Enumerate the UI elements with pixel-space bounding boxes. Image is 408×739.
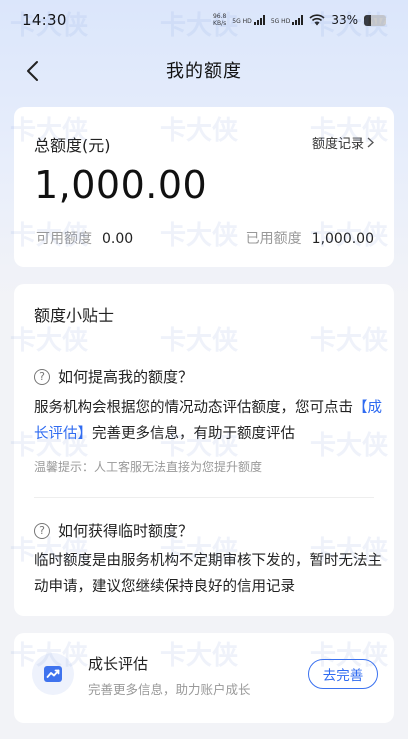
growth-icon-wrap <box>32 653 74 695</box>
answer-2: 临时额度是由服务机构不定期审核下发的，暂时无法主动申请，建议您继续保持良好的信用… <box>34 553 382 595</box>
growth-evaluation-card[interactable]: 成长评估 完善更多信息，助力账户成长 去完善 <box>14 633 394 723</box>
battery-fill <box>364 14 372 26</box>
quota-record-label: 额度记录 <box>311 137 364 152</box>
tips-hint: 温馨提示：人工客服无法直接为您提升额度 <box>34 460 263 474</box>
answer-1-text: 服务机构会根据您的情况动态评估额度，您可点击 <box>34 400 353 416</box>
chevron-right-icon <box>367 137 374 148</box>
quota-tips-card: 额度小贴士 ? 如何提高我的额度？ 服务机构会根据您的情况动态评估额度，您可点击… <box>14 284 394 616</box>
nav-bar: 我的额度 <box>0 48 408 92</box>
status-bar: 14:30 96.8 KB/s 5G HD 5G HD 33% <box>0 0 408 40</box>
available-quota-label: 可用额度 <box>36 231 92 247</box>
answer-1: 服务机构会根据您的情况动态评估额度，您可点击【成长评估】完善更多信息，有助于额度… <box>34 395 384 447</box>
quota-record-link[interactable]: 额度记录 <box>312 133 374 152</box>
used-quota-label: 已用额度 <box>245 231 302 247</box>
answer-1-text-end: 完善更多信息，有助于额度评估 <box>92 426 295 442</box>
used-quota: 已用额度 1,000.00 <box>246 228 374 248</box>
used-quota-value: 1,000.00 <box>311 231 374 247</box>
battery-icon <box>364 14 386 26</box>
quota-title: 总额度(元) <box>34 136 111 155</box>
complete-info-button[interactable]: 去完善 <box>308 659 378 689</box>
question-2-text: 如何获得临时额度？ <box>58 522 194 540</box>
battery-percent: 33% <box>331 13 358 27</box>
quota-card: 总额度(元) 额度记录 1,000.00 可用额度 0.00 已用额度 1,000.… <box>14 107 394 267</box>
growth-subtitle: 完善更多信息，助力账户成长 <box>88 682 251 697</box>
wifi-icon <box>309 14 325 26</box>
question-icon: ? <box>34 368 50 385</box>
signal-icon-2: 5G HD <box>271 15 304 25</box>
growth-title: 成长评估 <box>88 655 149 673</box>
question-1-text: 如何提高我的额度？ <box>58 368 194 386</box>
question-icon: ? <box>34 522 50 539</box>
available-quota: 可用额度 0.00 <box>36 228 133 248</box>
divider <box>34 497 374 498</box>
question-1: ? 如何提高我的额度？ <box>34 366 193 387</box>
chevron-left-icon <box>27 61 38 81</box>
available-quota-value: 0.00 <box>102 231 134 247</box>
net-speed: 96.8 KB/s <box>212 13 227 27</box>
signal-icon: 5G HD <box>232 15 265 25</box>
status-time: 14:30 <box>22 11 67 29</box>
tips-title: 额度小贴士 <box>34 306 115 325</box>
total-quota-amount: 1,000.00 <box>34 163 208 207</box>
back-button[interactable] <box>18 57 46 85</box>
status-indicators: 96.8 KB/s 5G HD 5G HD 33% <box>213 13 386 27</box>
trend-up-icon <box>44 666 62 682</box>
page-title: 我的额度 <box>166 61 242 82</box>
question-2: ? 如何获得临时额度？ <box>34 520 193 541</box>
